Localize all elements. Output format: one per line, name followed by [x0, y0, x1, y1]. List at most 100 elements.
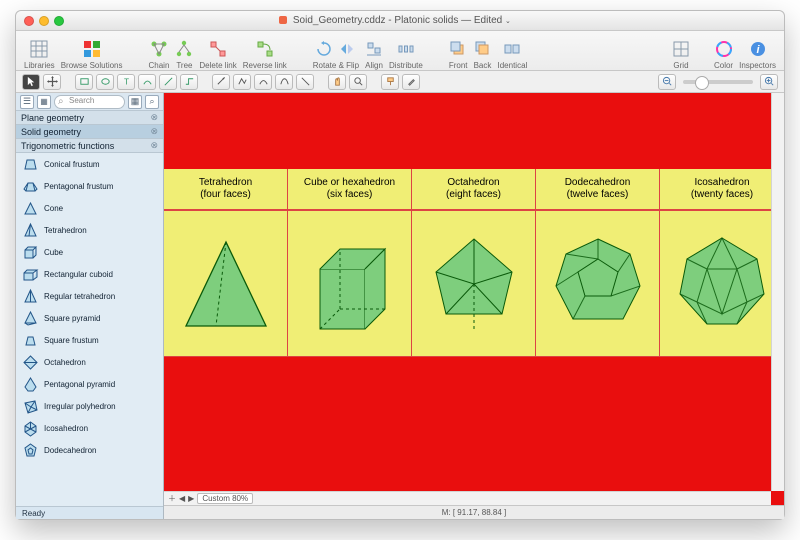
document-icon [279, 16, 287, 24]
grid-icon [672, 40, 690, 58]
close-window-button[interactable] [24, 16, 34, 26]
page-nav-next[interactable]: ▶ [188, 494, 194, 503]
category-solid[interactable]: Solid geometry⊗ [16, 125, 163, 139]
shape-label: Rectangular cuboid [44, 270, 113, 279]
color-group[interactable]: Color [714, 38, 733, 70]
minimize-window-button[interactable] [39, 16, 49, 26]
zoom-tool[interactable] [349, 74, 367, 90]
rotate-group[interactable]: Rotate & Flip [313, 38, 359, 70]
align-group[interactable]: Align [365, 38, 383, 70]
line2-tool[interactable] [296, 74, 314, 90]
shape-item[interactable]: Rectangular cuboid [16, 263, 163, 285]
vertical-scrollbar[interactable] [771, 93, 784, 491]
chain-group[interactable]: Chain [149, 38, 170, 70]
preview-view-icon[interactable]: ▦ [37, 95, 51, 109]
zoom-window-button[interactable] [54, 16, 64, 26]
tree-group[interactable]: Tree [175, 38, 193, 70]
canvas-scroll[interactable]: Tetrahedron(four faces) Cube or hexahedr… [164, 93, 784, 505]
shape-item[interactable]: Octahedron [16, 351, 163, 373]
dodecahedron-shape[interactable] [536, 211, 660, 357]
search-view-icon[interactable]: ⌕ [145, 95, 159, 109]
libraries-group[interactable]: Libraries [24, 38, 55, 70]
document-name: Platonic solids [394, 15, 458, 26]
category-plane[interactable]: Plane geometry ⊗ [16, 111, 163, 125]
shape-item[interactable]: Icosahedron [16, 417, 163, 439]
bezier-tool[interactable] [275, 74, 293, 90]
zoom-slider[interactable] [683, 80, 753, 84]
shape-item[interactable]: Tetrahedron [16, 219, 163, 241]
identical-group[interactable]: Identical [498, 38, 528, 70]
hand-tool[interactable] [328, 74, 346, 90]
shape-icon [21, 155, 39, 173]
category-label: Plane geometry [21, 113, 84, 123]
solid-name: Icosahedron [694, 177, 749, 188]
zoom-in-button[interactable] [760, 74, 778, 90]
shape-item[interactable]: Regular tetrahedron [16, 285, 163, 307]
search-input[interactable]: Search [54, 95, 125, 109]
solids-table: Tetrahedron(four faces) Cube or hexahedr… [164, 169, 784, 357]
horizontal-scrollbar[interactable]: ＋ ◀ ▶ Custom 80% [164, 491, 771, 505]
svg-text:T: T [123, 77, 128, 86]
zoom-display[interactable]: Custom 80% [197, 493, 253, 504]
grid-view-icon[interactable]: ▦ [128, 95, 142, 109]
collapse-icon[interactable]: ⊗ [150, 126, 158, 137]
context-toolbar: T [16, 71, 784, 93]
collapse-icon[interactable]: ⊗ [150, 112, 158, 123]
poly-line-tool[interactable] [233, 74, 251, 90]
front-group[interactable]: Front [449, 38, 468, 70]
arrow-line-tool[interactable] [212, 74, 230, 90]
browse-group[interactable]: Browse Solutions [61, 38, 123, 70]
reverse-link-label: Reverse link [243, 61, 287, 70]
shape-icon [21, 375, 39, 393]
distribute-icon [397, 40, 415, 58]
reverse-link-group[interactable]: Reverse link [243, 38, 287, 70]
solid-sub: (eight faces) [446, 189, 501, 200]
line-tool[interactable] [159, 74, 177, 90]
rect-tool[interactable] [75, 74, 93, 90]
shape-item[interactable]: Cone [16, 197, 163, 219]
shape-item[interactable]: Conical frustum [16, 153, 163, 175]
pointer-tool[interactable] [22, 74, 40, 90]
curve-tool[interactable] [254, 74, 272, 90]
shape-icon [21, 287, 39, 305]
shape-item[interactable]: Cube [16, 241, 163, 263]
delete-link-group[interactable]: Delete link [199, 38, 236, 70]
page-nav-prev[interactable]: ◀ [179, 494, 185, 503]
tetrahedron-shape[interactable] [164, 211, 288, 357]
delete-link-icon [209, 40, 227, 58]
back-group[interactable]: Back [474, 38, 492, 70]
back-icon [474, 40, 492, 58]
text-tool[interactable]: T [117, 74, 135, 90]
distribute-label: Distribute [389, 61, 423, 70]
chain-label: Chain [149, 61, 170, 70]
shape-item[interactable]: Pentagonal frustum [16, 175, 163, 197]
shape-item[interactable]: Square pyramid [16, 307, 163, 329]
page-nav-plus[interactable]: ＋ [168, 493, 176, 504]
icosahedron-shape[interactable] [660, 211, 784, 357]
octahedron-shape[interactable] [412, 211, 536, 357]
outline-view-icon[interactable]: ☰ [20, 95, 34, 109]
inspectors-group[interactable]: iInspectors [739, 38, 776, 70]
shape-item[interactable]: Dodecahedron [16, 439, 163, 461]
align-icon [365, 40, 383, 58]
shape-item[interactable]: Square frustum [16, 329, 163, 351]
canvas[interactable]: Tetrahedron(four faces) Cube or hexahedr… [164, 93, 784, 505]
zoom-out-button[interactable] [658, 74, 676, 90]
category-trig[interactable]: Trigonometric functions⊗ [16, 139, 163, 153]
move-tool[interactable] [43, 74, 61, 90]
browse-icon [83, 40, 101, 58]
status-text: Ready [22, 509, 45, 518]
library-sidebar: ☰ ▦ Search ▦ ⌕ Plane geometry ⊗ Solid geo… [16, 93, 164, 519]
distribute-group[interactable]: Distribute [389, 38, 423, 70]
shape-item[interactable]: Irregular polyhedron [16, 395, 163, 417]
format-painter[interactable] [381, 74, 399, 90]
grid-group[interactable]: Grid [672, 38, 690, 70]
shape-label: Cone [44, 204, 63, 213]
shape-item[interactable]: Pentagonal pyramid [16, 373, 163, 395]
collapse-icon[interactable]: ⊗ [150, 140, 158, 151]
connector-tool[interactable] [138, 74, 156, 90]
cube-shape[interactable] [288, 211, 412, 357]
eyedropper-tool[interactable] [402, 74, 420, 90]
smart-connector-tool[interactable] [180, 74, 198, 90]
ellipse-tool[interactable] [96, 74, 114, 90]
